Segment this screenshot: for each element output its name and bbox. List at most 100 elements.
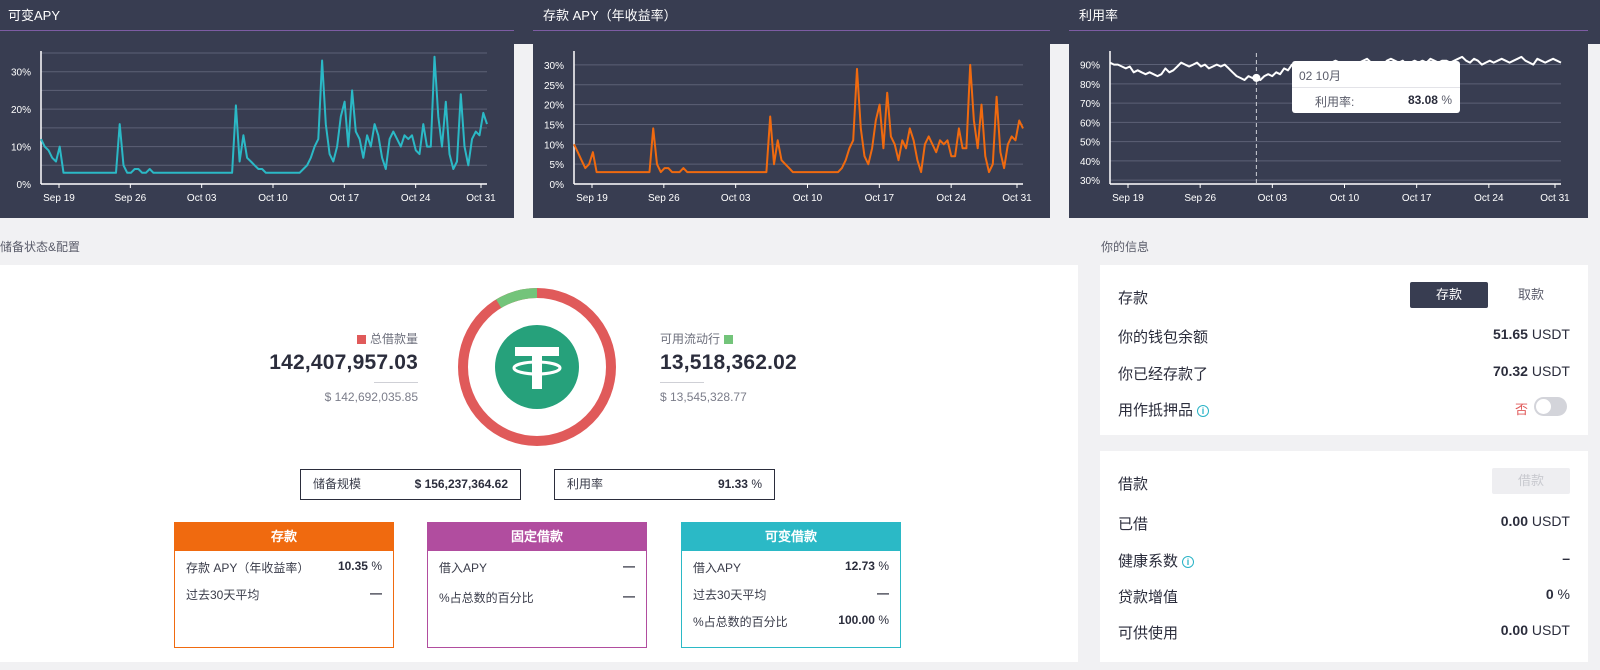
card-row: %占总数的百分比 —: [428, 578, 646, 608]
variable-card-title: 可变借款: [682, 523, 900, 551]
reserve-size-box: 储备规模 $ 156,237,364.62: [300, 469, 521, 500]
y-tick-label: 5%: [550, 160, 565, 171]
deposit-rate-card: 存款 存款 APY（年收益率） 10.35 % 过去30天平均 —: [174, 522, 394, 648]
utilization-label: 利用率: [567, 477, 604, 491]
card-row-label: 借入APY: [439, 561, 488, 575]
utilization-box: 利用率 91.33 %: [554, 469, 775, 500]
total-borrowed-value: 142,407,957.03: [269, 351, 418, 374]
card-row-value-wrap: 12.73 %: [845, 559, 889, 573]
card-row-value-wrap: 10.35 %: [338, 559, 382, 573]
x-tick-label: Oct 03: [1258, 193, 1288, 204]
deposited-label: 你已经存款了: [1118, 366, 1209, 383]
tooltip-label: 利用率:: [1315, 95, 1355, 109]
deposited-value: 70.32: [1492, 363, 1528, 379]
tooltip-date: 02 10月: [1299, 69, 1342, 83]
collateral-toggle[interactable]: [1534, 397, 1567, 416]
card-row-value: —: [370, 586, 382, 600]
card-row-value-wrap: 100.00 %: [838, 613, 889, 627]
available-borrow-label: 可供使用: [1118, 625, 1179, 642]
total-borrowed-label: 总借款量: [369, 332, 418, 346]
utilization-chart[interactable]: 30% 40% 50% 60% 70% 80% 90% Sep 19 Sep 26 Oct 03 O…: [1069, 31, 1588, 218]
y-tick-label: 0%: [550, 180, 565, 191]
withdraw-button[interactable]: 取款: [1492, 282, 1570, 308]
unit-label: USDT: [1531, 363, 1570, 379]
y-tick-label: 80%: [1080, 80, 1100, 91]
available-legend-swatch: [724, 335, 734, 344]
available-label: 可用流动行: [660, 332, 721, 346]
total-borrowed-block: 总借款量 142,407,957.03 $ 142,692,035.85: [269, 330, 418, 404]
deposit-info-card: 存款 存款 取款 你的钱包余额 51.65 USDT 你已经存款了 70.32 …: [1100, 265, 1588, 435]
y-tick-label: 70%: [1080, 99, 1100, 110]
card-row: 借入APY 12.73 %: [682, 551, 900, 578]
unit-label: USDT: [1531, 326, 1570, 342]
y-tick-label: 25%: [544, 81, 564, 92]
tooltip-value: 83.08: [1407, 93, 1438, 107]
deposited-row: 你已经存款了 70.32 USDT: [1118, 363, 1570, 384]
x-tick-label: Oct 17: [330, 193, 360, 204]
your-info-title: 你的信息: [1101, 240, 1150, 254]
ltv-label: 贷款增值: [1118, 589, 1179, 606]
series-line: [573, 63, 1024, 174]
deposit-card-title: 存款: [175, 523, 393, 551]
deposit-button[interactable]: 存款: [1410, 282, 1488, 308]
x-tick-label: Oct 17: [1402, 193, 1432, 204]
tooltip-divider: [1292, 87, 1460, 88]
y-tick-label: 20%: [11, 105, 31, 116]
x-tick-label: Sep 26: [648, 193, 680, 204]
y-tick-label: 90%: [1080, 61, 1100, 72]
borrow-button[interactable]: 借款: [1492, 468, 1570, 494]
x-tick-label: Oct 24: [1474, 193, 1504, 204]
reserve-size-value: $ 156,237,364.62: [414, 477, 508, 491]
card-row-value: —: [623, 589, 635, 603]
utilization-title: 利用率: [1069, 0, 1588, 31]
card-row: 过去30天平均 —: [175, 578, 393, 605]
unit-label: USDT: [1531, 513, 1570, 529]
card-row-label: 存款 APY（年收益率）: [186, 561, 310, 575]
card-row: %占总数的百分比 100.00 %: [682, 605, 900, 632]
borrowed-label: 已借: [1118, 516, 1149, 533]
available-label-row: 可用流动行: [660, 330, 797, 347]
reserve-size-label: 储备规模: [313, 477, 362, 491]
y-tick-label: 30%: [544, 61, 564, 72]
y-tick-label: 40%: [1080, 157, 1100, 168]
hover-point: [1252, 73, 1261, 82]
borrow-info-card: 借款 借款 已借 0.00 USDT 健康系数 i – 贷款增值 0 % 可供使用…: [1100, 451, 1588, 662]
x-tick-label: Oct 31: [466, 193, 496, 204]
variable-apy-chart: 0% 10% 20% 30% Sep 19 Sep 26 Oct 03 Oct 10 Oct 1…: [11, 51, 496, 204]
card-row: 存款 APY（年收益率） 10.35 %: [175, 551, 393, 578]
y-tick-label: 20%: [544, 101, 564, 112]
card-row-label: 过去30天平均: [693, 588, 767, 602]
wallet-balance-label: 你的钱包余额: [1118, 329, 1209, 346]
x-tick-label: Oct 17: [865, 193, 895, 204]
x-tick-label: Oct 24: [936, 193, 966, 204]
divider: [374, 382, 418, 383]
y-tick-label: 10%: [11, 143, 31, 154]
header-strip: [1050, 0, 1069, 44]
ltv-value: 0: [1545, 586, 1554, 602]
x-tick-label: Sep 19: [576, 193, 608, 204]
card-row-unit: %: [878, 559, 889, 573]
available-arc: [496, 288, 538, 309]
y-tick-label: 50%: [1080, 138, 1100, 149]
reserve-donut-chart: [456, 286, 618, 448]
x-tick-label: Sep 26: [1184, 193, 1216, 204]
card-row-label: %占总数的百分比: [439, 591, 534, 605]
card-row: 借入APY —: [428, 551, 646, 578]
health-factor-row: 健康系数 i –: [1118, 550, 1570, 571]
card-row-label: 借入APY: [693, 561, 742, 575]
collateral-label: 用作抵押品: [1118, 402, 1194, 419]
available-block: 可用流动行 13,518,362.02 $ 13,545,328.77: [660, 330, 797, 404]
info-icon[interactable]: i: [1197, 405, 1210, 417]
y-tick-label: 10%: [544, 140, 564, 151]
x-tick-label: Oct 31: [1002, 193, 1032, 204]
info-icon[interactable]: i: [1182, 556, 1195, 568]
x-tick-label: Oct 03: [721, 193, 751, 204]
unit-label: USDT: [1531, 622, 1570, 638]
deposit-apy-chart: 0% 5% 10% 15% 20% 25% 30% Sep 19 Sep 26 Oct 03 Oct…: [544, 51, 1032, 204]
available-value: 13,518,362.02: [660, 351, 797, 374]
y-tick-label: 15%: [544, 120, 564, 131]
total-borrowed-label-row: 总借款量: [269, 330, 418, 347]
borrowed-legend-swatch: [356, 335, 366, 344]
card-row-value: —: [623, 559, 635, 573]
total-borrowed-usd: $ 142,692,035.85: [324, 390, 418, 404]
